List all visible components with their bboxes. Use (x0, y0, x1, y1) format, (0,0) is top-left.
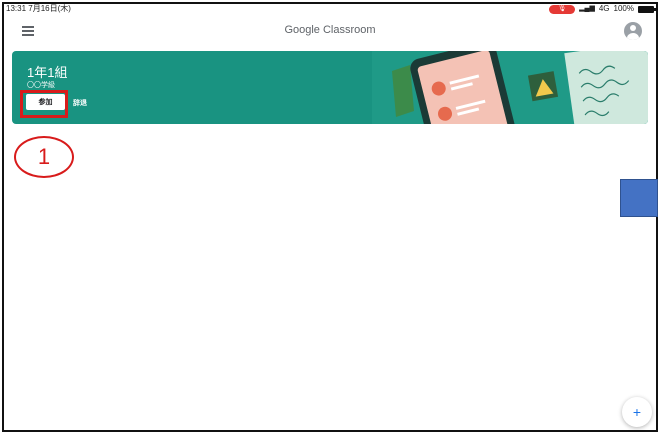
blue-marker-box (620, 179, 658, 217)
app-title: Google Classroom (284, 24, 376, 36)
battery-icon (638, 5, 656, 13)
status-bar: 13:31 7月16日(木) 🎙 ▂▄▆ 4G 100% (4, 4, 656, 14)
plus-icon: + (632, 404, 642, 420)
class-subtitle: 〇〇学級 (27, 82, 55, 89)
battery-percent: 100% (613, 4, 634, 13)
status-indicators: 🎙 ▂▄▆ 4G 100% (549, 4, 656, 14)
mic-icon: 🎙 (549, 4, 576, 14)
step-number-marker: 1 (14, 136, 74, 178)
app-bar: Google Classroom (4, 14, 656, 48)
class-title[interactable]: 1年1組 (27, 62, 67, 81)
add-fab-button[interactable]: + (622, 397, 652, 427)
account-circle-icon[interactable] (624, 22, 642, 40)
card-illustration (372, 51, 648, 124)
join-highlight-box (20, 90, 68, 118)
network-type: 4G (598, 4, 610, 13)
decline-button[interactable]: 辞退 (73, 98, 87, 108)
step-number: 1 (37, 144, 51, 169)
signal-icon: ▂▄▆ (579, 5, 595, 12)
status-time: 13:31 7月16日(木) (6, 4, 71, 13)
class-card: 1年1組 〇〇学級 参加 辞退 (12, 51, 648, 124)
